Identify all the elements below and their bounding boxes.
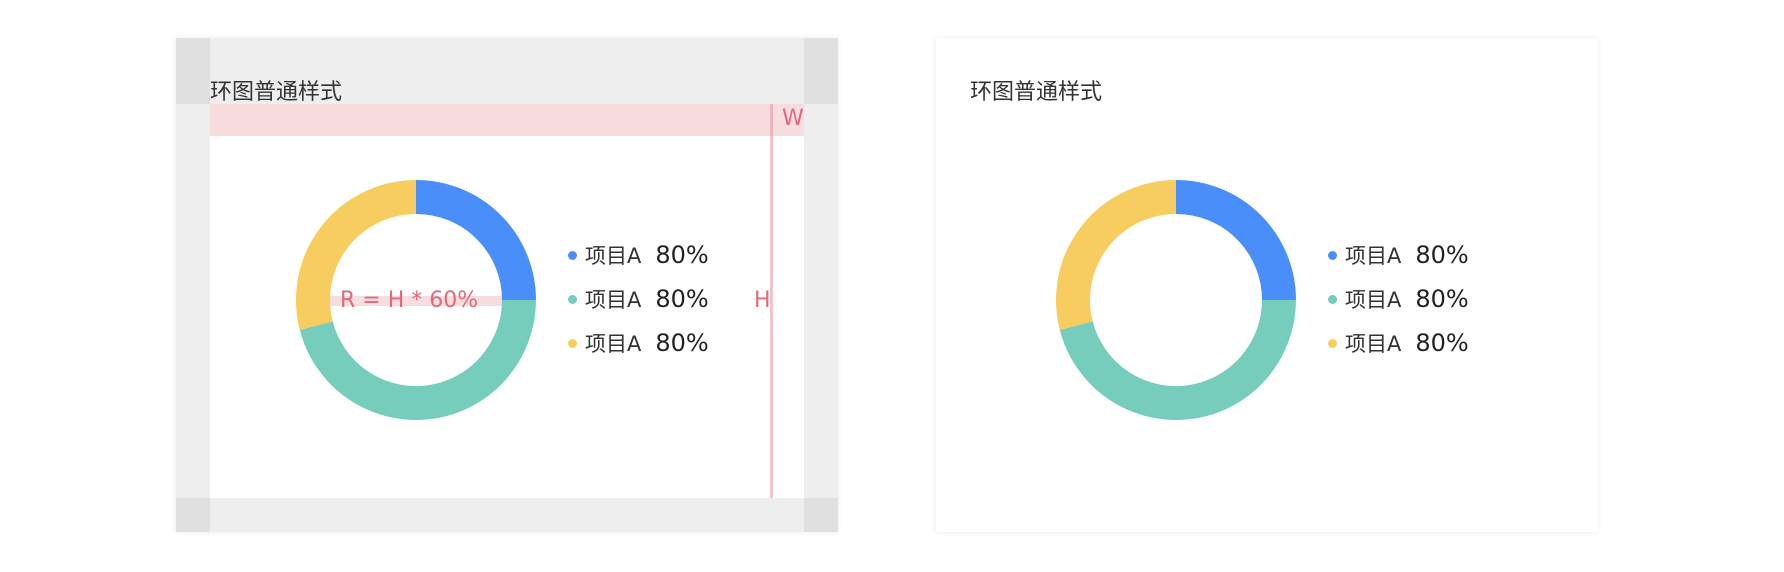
radius-formula-label: R = H * 60%	[340, 288, 479, 313]
chart-title: 环图普通样式	[210, 80, 343, 105]
donut-slice	[299, 299, 536, 420]
donut-slice	[1175, 180, 1296, 301]
donut-chart	[1056, 180, 1296, 420]
donut-slice	[1056, 180, 1177, 330]
width-label: W	[782, 106, 804, 131]
spec-card: 环图普通样式 项目A 80% 项目A 80% 项目A 80% W H R = H…	[176, 38, 838, 532]
legend-label: 项目A	[1345, 332, 1402, 356]
legend-label: 项目A	[585, 332, 642, 356]
right-padding-band	[804, 38, 838, 532]
legend-value: 80%	[655, 329, 709, 357]
legend-item: 项目A 80%	[568, 284, 709, 314]
donut-slice	[415, 180, 536, 301]
corner-top-right	[804, 38, 838, 104]
legend-label: 项目A	[1345, 244, 1402, 268]
width-indicator-band	[210, 104, 804, 136]
left-padding-band	[176, 38, 210, 532]
chart-card: 环图普通样式 项目A 80% 项目A 80% 项目A 80%	[936, 38, 1598, 532]
legend-value: 80%	[1415, 329, 1469, 357]
chart-legend: 项目A 80% 项目A 80% 项目A 80%	[1328, 240, 1488, 360]
donut-slice	[1059, 299, 1296, 420]
legend-item: 项目A 80%	[1328, 328, 1469, 358]
legend-label: 项目A	[1345, 288, 1402, 312]
chart-title: 环图普通样式	[970, 80, 1103, 105]
legend-label: 项目A	[585, 244, 642, 268]
legend-item: 项目A 80%	[1328, 284, 1469, 314]
bottom-padding-band	[176, 498, 838, 532]
corner-bottom-left	[176, 498, 210, 532]
legend-label: 项目A	[585, 288, 642, 312]
chart-legend: 项目A 80% 项目A 80% 项目A 80%	[568, 240, 728, 360]
corner-bottom-right	[804, 498, 838, 532]
corner-top-left	[176, 38, 210, 104]
legend-value: 80%	[655, 241, 709, 269]
legend-item: 项目A 80%	[568, 328, 709, 358]
legend-item: 项目A 80%	[568, 240, 709, 270]
legend-value: 80%	[655, 285, 709, 313]
height-label: H	[754, 288, 771, 313]
legend-item: 项目A 80%	[1328, 240, 1469, 270]
legend-dot	[568, 250, 577, 260]
legend-dot	[568, 338, 577, 348]
legend-dot	[568, 294, 577, 304]
legend-dot	[1328, 294, 1337, 304]
legend-dot	[1328, 338, 1337, 348]
legend-dot	[1328, 250, 1337, 260]
legend-value: 80%	[1415, 285, 1469, 313]
legend-value: 80%	[1415, 241, 1469, 269]
